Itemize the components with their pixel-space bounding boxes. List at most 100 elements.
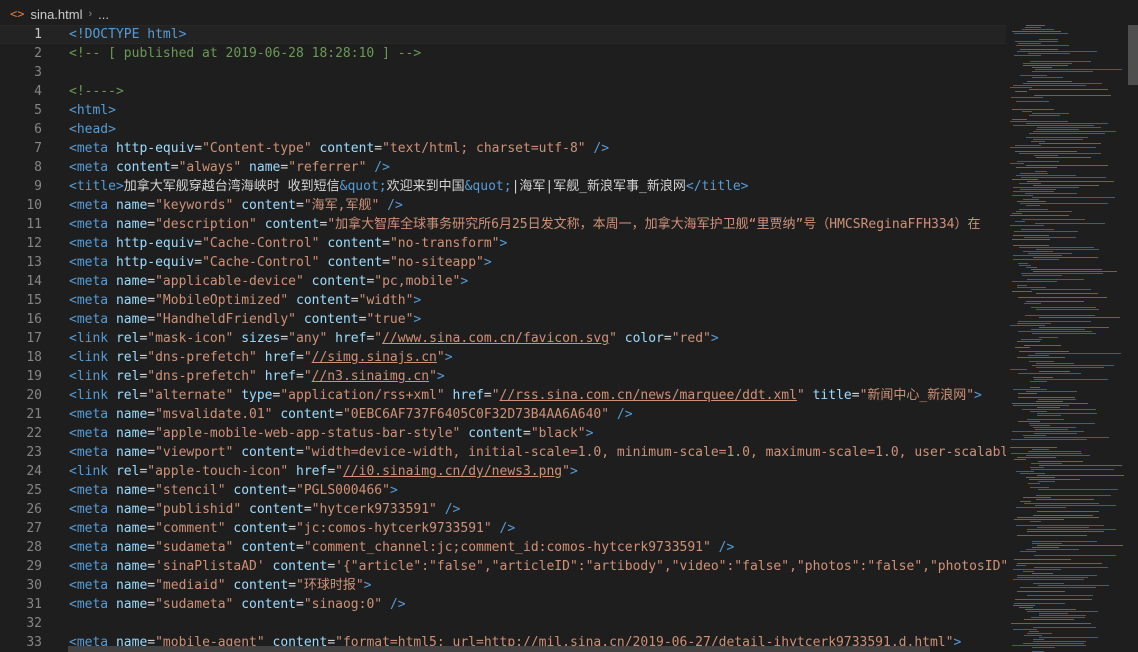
code-token: /> <box>491 521 516 536</box>
code-text[interactable]: <title>加拿大军舰穿越台湾海峡时 收到短信&quot;欢迎来到中国&quo… <box>69 177 749 196</box>
code-text[interactable]: <meta name="apple-mobile-web-app-status-… <box>69 424 593 443</box>
code-token: "msvalidate.01" <box>155 407 273 422</box>
code-line[interactable]: 6 <head> <box>0 120 1006 139</box>
minimap-line <box>1035 353 1121 354</box>
code-text[interactable]: <meta http-equiv="Content-type" content=… <box>69 139 609 158</box>
code-line[interactable]: 4 <!----> <box>0 82 1006 101</box>
minimap-line <box>1025 609 1076 610</box>
code-line[interactable]: 30 <meta name="mediaid" content="环球时报"> <box>0 576 1006 595</box>
code-text[interactable]: <meta name="sudameta" content="sinaog:0"… <box>69 595 406 614</box>
code-text[interactable]: <meta name='sinaPlistaAD' content='{"art… <box>69 557 1006 576</box>
code-token: content <box>249 502 304 517</box>
code-line[interactable]: 16 <meta name="HandheldFriendly" content=… <box>0 310 1006 329</box>
code-text[interactable]: <link rel="apple-touch-icon" href="//i0.… <box>69 462 578 481</box>
breadcrumb-symbol[interactable]: ... <box>98 7 109 22</box>
code-text[interactable]: <link rel="dns-prefetch" href="//n3.sina… <box>69 367 445 386</box>
code-line[interactable]: 29 <meta name='sinaPlistaAD' content='{"a… <box>0 557 1006 576</box>
code-token: = <box>483 388 492 403</box>
breadcrumb-file[interactable]: sina.html <box>30 7 82 22</box>
horizontal-scrollbar-thumb[interactable] <box>68 646 930 652</box>
code-line[interactable]: 23 <meta name="viewport" content="width=d… <box>0 443 1006 462</box>
minimap-line <box>1030 467 1044 468</box>
code-line[interactable]: 8 <meta content="always" name="referrer" … <box>0 158 1006 177</box>
code-line[interactable]: 14 <meta name="applicable-device" content… <box>0 272 1006 291</box>
code-text[interactable]: <meta name="applicable-device" content="… <box>69 272 468 291</box>
code-token: <link <box>69 369 116 384</box>
code-text[interactable]: <meta content="always" name="referrer" /… <box>69 158 390 177</box>
code-text[interactable]: <meta name="msvalidate.01" content="0EBC… <box>69 405 633 424</box>
code-text[interactable]: <meta name="stencil" content="PGLS000466… <box>69 481 398 500</box>
code-text[interactable]: <meta name="mediaid" content="环球时报"> <box>69 576 372 595</box>
minimap-line <box>1018 263 1028 264</box>
code-token: = <box>296 597 304 612</box>
code-line[interactable]: 3 <box>0 63 1006 82</box>
code-line[interactable]: 17 <link rel="mask-icon" sizes="any" href… <box>0 329 1006 348</box>
code-text[interactable]: <meta name="keywords" content="海军,军舰" /> <box>69 196 403 215</box>
code-token: > <box>363 578 372 593</box>
code-line[interactable]: 27 <meta name="comment" content="jc:comos… <box>0 519 1006 538</box>
minimap-line <box>1033 583 1064 584</box>
code-line[interactable]: 22 <meta name="apple-mobile-web-app-statu… <box>0 424 1006 443</box>
minimap[interactable] <box>1006 25 1128 652</box>
code-line[interactable]: 32 <box>0 614 1006 633</box>
code-text[interactable]: <meta name="description" content="加拿大智库全… <box>69 215 981 234</box>
minimap-line <box>1017 341 1040 342</box>
code-text[interactable]: <meta name="MobileOptimized" content="wi… <box>69 291 421 310</box>
code-text[interactable]: <meta http-equiv="Cache-Control" content… <box>69 253 492 272</box>
code-line[interactable]: 13 <meta http-equiv="Cache-Control" conte… <box>0 253 1006 272</box>
code-line[interactable]: 20 <link rel = "alternate" type = "applicatio… <box>0 386 1006 405</box>
code-text[interactable]: <meta name="comment" content="jc:comos-h… <box>69 519 515 538</box>
code-line[interactable]: 19 <link rel="dns-prefetch" href="//n3.si… <box>0 367 1006 386</box>
code-line[interactable]: 15 <meta name="MobileOptimized" content="… <box>0 291 1006 310</box>
code-line[interactable]: 25 <meta name="stencil" content="PGLS0004… <box>0 481 1006 500</box>
minimap-line <box>1034 567 1108 568</box>
code-line[interactable]: 7 <meta http-equiv="Content-type" content… <box>0 139 1006 158</box>
code-line[interactable]: 18 <link rel="dns-prefetch" href="//simg.… <box>0 348 1006 367</box>
vertical-scrollbar-thumb[interactable] <box>1128 25 1138 85</box>
code-text[interactable]: <meta name="viewport" content="width=dev… <box>69 443 1006 462</box>
code-line[interactable]: 5 <html> <box>0 101 1006 120</box>
code-line[interactable]: 21 <meta name="msvalidate.01" content="0E… <box>0 405 1006 424</box>
code-text[interactable]: <link rel="mask-icon" sizes="any" href="… <box>69 329 719 348</box>
line-number: 1 <box>34 27 42 42</box>
minimap-line <box>1010 163 1024 164</box>
code-text[interactable]: <meta name="sudameta" content="comment_c… <box>69 538 734 557</box>
code-line[interactable]: 31 <meta name="sudameta" content="sinaog:… <box>0 595 1006 614</box>
minimap-line <box>1022 275 1062 276</box>
code-token: "dns-prefetch" <box>147 350 257 365</box>
code-text[interactable]: <!DOCTYPE html> <box>69 25 186 44</box>
minimap-line <box>1028 253 1072 254</box>
code-text[interactable]: <html> <box>69 101 116 120</box>
code-text[interactable]: <meta http-equiv="Cache-Control" content… <box>69 234 507 253</box>
code-text[interactable]: <link rel="dns-prefetch" href="//simg.si… <box>69 348 453 367</box>
code-line[interactable]: 9 <title>加拿大军舰穿越台湾海峡时 收到短信&quot;欢迎来到中国&qu… <box>0 177 1006 196</box>
minimap-line <box>1020 473 1045 474</box>
code-token: = <box>327 464 336 479</box>
code-line[interactable]: 12 <meta http-equiv="Cache-Control" conte… <box>0 234 1006 253</box>
minimap-line <box>1031 329 1085 330</box>
code-token: "black" <box>530 426 586 441</box>
minimap-line <box>1013 191 1054 192</box>
code-token: "sinaog:0" <box>303 597 383 612</box>
vertical-scrollbar[interactable] <box>1128 25 1138 652</box>
code-text[interactable]: <!-- [ published at 2019-06-28 18:28:10 … <box>69 44 421 63</box>
code-line[interactable]: 26 <meta name="publishid" content="hytcer… <box>0 500 1006 519</box>
code-text[interactable]: <meta name="publishid" content="hytcerk9… <box>69 500 460 519</box>
code-text[interactable]: <meta name="HandheldFriendly" content="t… <box>69 310 421 329</box>
code-line[interactable]: 24 <link rel="apple-touch-icon" href="//i… <box>0 462 1006 481</box>
code-editor[interactable]: 1 <!DOCTYPE html> 2 <!-- [ published at 201… <box>0 25 1006 652</box>
code-token: <link <box>69 350 116 365</box>
code-line[interactable]: 11 <meta name="description" content="加拿大智… <box>0 215 1006 234</box>
code-line[interactable]: 28 <meta name="sudameta" content="comment… <box>0 538 1006 557</box>
code-line[interactable]: 10 <meta name="keywords" content="海军,军舰" … <box>0 196 1006 215</box>
code-text[interactable]: <head> <box>69 120 116 139</box>
code-text[interactable]: <link rel = "alternate" type = "application/… <box>69 386 982 405</box>
breadcrumb: <> sina.html › ... <box>0 0 1006 28</box>
minimap-line <box>1013 255 1062 256</box>
code-token: href <box>452 388 484 403</box>
minimap-line <box>1010 215 1069 216</box>
minimap-line <box>1012 239 1050 240</box>
code-text[interactable]: <!----> <box>69 82 124 101</box>
code-line[interactable]: 1 <!DOCTYPE html> <box>0 25 1006 44</box>
code-line[interactable]: 2 <!-- [ published at 2019-06-28 18:28:10… <box>0 44 1006 63</box>
